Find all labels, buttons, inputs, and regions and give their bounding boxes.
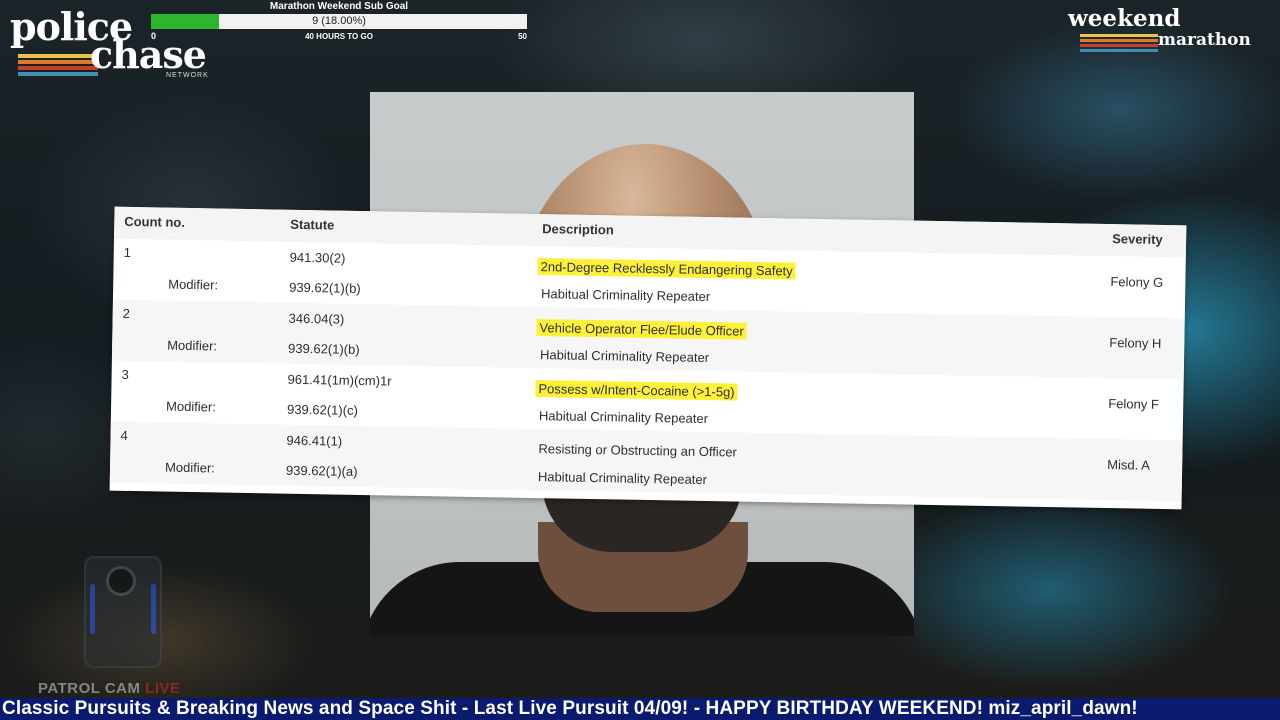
logo-stripe <box>18 66 98 70</box>
modifier-statute: 939.62(1)(c) <box>286 401 358 418</box>
sub-goal-value: 9 (18.00%) <box>312 15 366 27</box>
logo-network-label: NETWORK <box>166 72 209 79</box>
logo-stripes <box>18 54 98 78</box>
charge-count: 3 <box>121 366 129 382</box>
sub-goal-subtitle: 40 HOURS TO GO <box>305 32 373 41</box>
charge-severity: Felony F <box>1108 396 1159 412</box>
patrol-cam-live: LIVE <box>145 680 181 697</box>
charge-statute: 961.41(1m)(cm)1r <box>287 371 392 389</box>
charge-statute: 946.41(1) <box>286 432 343 449</box>
modifier-description: Habitual Criminality Repeater <box>538 408 709 427</box>
body-camera-light <box>151 584 156 634</box>
event-logo-stripes <box>1080 34 1158 54</box>
patrol-cam-text: PATROL CAM <box>38 680 141 697</box>
event-logo-stripe <box>1080 34 1158 37</box>
logo-stripe <box>18 60 98 64</box>
event-logo-stripe <box>1080 44 1158 47</box>
charge-severity: Misd. A <box>1107 457 1150 473</box>
charge-description-highlighted: Vehicle Operator Flee/Elude Officer <box>536 319 747 340</box>
modifier-statute: 939.62(1)(b) <box>287 340 360 357</box>
body-camera-lens <box>106 566 136 596</box>
modifier-description: Habitual Criminality Repeater <box>539 347 710 366</box>
charge-statute: 346.04(3) <box>288 310 345 327</box>
weekend-marathon-logo: weekend marathon <box>1060 6 1276 56</box>
charge-count: 2 <box>122 305 131 321</box>
charge-severity: Felony G <box>1110 274 1164 290</box>
event-logo-stripe <box>1080 49 1158 52</box>
modifier-label: Modifier: <box>164 459 216 476</box>
sub-goal-widget: Marathon Weekend Sub Goal 9 (18.00%) 0 4… <box>150 0 528 46</box>
patrol-cam-label: PATROL CAM LIVE <box>38 680 181 697</box>
charge-description: Resisting or Obstructing an Officer <box>538 441 737 460</box>
sub-goal-progress-bar: 9 (18.00%) <box>151 14 527 29</box>
modifier-description: Habitual Criminality Repeater <box>540 286 711 305</box>
logo-stripe <box>18 72 98 76</box>
charges-table: Count no. Statute Description Severity 1… <box>109 206 1187 510</box>
logo-stripe <box>18 54 98 58</box>
charge-description-highlighted: 2nd-Degree Recklessly Endangering Safety <box>537 258 796 280</box>
ticker-text: Classic Pursuits & Breaking News and Spa… <box>2 698 1138 719</box>
header-description: Description <box>542 221 614 238</box>
modifier-description: Habitual Criminality Repeater <box>537 469 708 488</box>
header-statute: Statute <box>290 216 335 233</box>
modifier-statute: 939.62(1)(a) <box>285 462 358 479</box>
body-camera-icon <box>80 556 166 676</box>
body-camera-light <box>90 584 95 634</box>
news-ticker: Classic Pursuits & Breaking News and Spa… <box>0 698 1280 720</box>
modifier-label: Modifier: <box>165 398 217 415</box>
charge-count: 1 <box>123 244 132 260</box>
event-logo-word-marathon: marathon <box>1158 30 1251 50</box>
sub-goal-title: Marathon Weekend Sub Goal <box>269 1 409 12</box>
charge-count: 4 <box>120 427 128 443</box>
charge-severity: Felony H <box>1109 335 1162 351</box>
modifier-statute: 939.62(1)(b) <box>289 279 361 296</box>
sub-goal-max: 50 <box>518 32 527 41</box>
modifier-label: Modifier: <box>168 276 219 293</box>
charge-statute: 941.30(2) <box>289 249 346 266</box>
header-count-no: Count no. <box>124 213 186 230</box>
header-severity: Severity <box>1112 231 1163 247</box>
event-logo-stripe <box>1080 39 1158 42</box>
modifier-label: Modifier: <box>167 337 218 354</box>
charge-description-highlighted: Possess w/Intent-Cocaine (>1-5g) <box>535 380 738 401</box>
